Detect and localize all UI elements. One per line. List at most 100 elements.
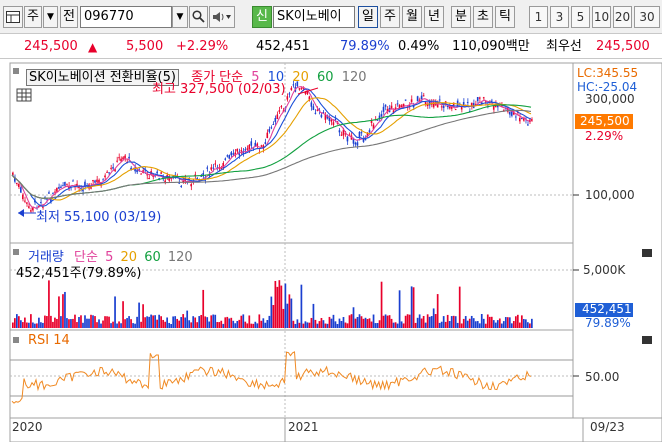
candle-body <box>312 106 315 110</box>
candle-body <box>52 193 54 195</box>
volume-bar <box>260 320 263 328</box>
volume-bar <box>12 322 14 328</box>
axis-100k-label: 100,000 <box>585 188 635 202</box>
volume-bar <box>72 318 74 328</box>
mode-dropdown-icon[interactable]: ▼ <box>43 6 58 28</box>
volume-bar <box>60 316 62 328</box>
layout-icon[interactable] <box>3 6 23 28</box>
candle-body <box>340 134 343 136</box>
candle-body <box>210 167 212 170</box>
volume-bar <box>82 322 84 328</box>
speaker-icon[interactable] <box>209 6 235 28</box>
xaxis-date-label: 09/23 <box>590 420 625 434</box>
new-listing-badge[interactable]: 신 <box>252 6 272 28</box>
candle-body <box>332 122 335 125</box>
volume-bar <box>252 323 255 328</box>
candle-body <box>148 177 150 180</box>
volume-panel-toggle-icon <box>13 249 19 255</box>
volume-bar <box>78 317 80 328</box>
candle-body <box>334 118 337 120</box>
candle-body <box>80 187 82 189</box>
volume-bar <box>512 321 515 328</box>
candle-body <box>246 148 249 150</box>
volume-bar <box>246 323 249 328</box>
trade-amount: 110,090백만 <box>452 39 530 54</box>
candle-body <box>224 158 227 160</box>
volume-bar <box>94 316 96 328</box>
code-dropdown-icon[interactable]: ▼ <box>172 6 188 28</box>
last-volume-label: 452,451 <box>582 302 632 316</box>
candle-body <box>118 157 120 159</box>
volume-bar <box>270 296 273 328</box>
count-3-button[interactable]: 3 <box>550 6 569 28</box>
last-volume-pct: 79.89% <box>585 316 631 330</box>
volume-bar <box>350 314 353 328</box>
volume-bar <box>20 320 22 328</box>
period-year-button[interactable]: 년 <box>424 6 444 28</box>
candle-body <box>466 101 469 103</box>
count-20-button[interactable]: 20 <box>613 6 632 28</box>
volume-bar <box>416 317 419 328</box>
count-1-button[interactable]: 1 <box>529 6 548 28</box>
candle-body <box>160 172 162 174</box>
candle-body <box>40 201 42 203</box>
volume-bar <box>208 321 211 328</box>
volume-bar <box>212 314 215 328</box>
volume-bar <box>146 316 148 328</box>
volume-bar <box>132 323 134 328</box>
volume-bar <box>508 317 511 328</box>
volume-bar <box>298 322 301 328</box>
period-day-button[interactable]: 일 <box>358 6 378 28</box>
volume-bar <box>472 318 475 328</box>
volume-bar <box>408 314 411 328</box>
candle-body <box>360 132 363 134</box>
count-5-button[interactable]: 5 <box>571 6 590 28</box>
volume-bar <box>280 285 283 328</box>
volume-bar <box>336 323 339 328</box>
volume-bar <box>136 316 138 328</box>
period-minute-button[interactable]: 분 <box>451 6 471 28</box>
candle-body <box>214 163 216 165</box>
candle-body <box>300 88 303 90</box>
price-change-pct: +2.29% <box>176 39 229 54</box>
volume-bar <box>62 294 64 328</box>
candle-body <box>410 99 413 102</box>
candle-body <box>400 105 403 107</box>
candle-body <box>404 99 407 101</box>
volume-bar <box>112 321 114 328</box>
volume-bar <box>522 319 525 328</box>
search-icon[interactable] <box>189 6 208 28</box>
lc-label: LC:345.55 <box>577 66 639 80</box>
volume-bar <box>334 321 337 328</box>
candle-body <box>358 132 361 138</box>
period-tick-button[interactable]: 틱 <box>495 6 515 28</box>
mode-button[interactable]: 주 <box>24 6 42 28</box>
volume-bar <box>74 314 76 328</box>
candle-body <box>54 191 56 193</box>
candle-body <box>298 88 301 90</box>
period-month-button[interactable]: 월 <box>402 6 422 28</box>
volume-bar <box>374 323 377 328</box>
volume-bar <box>50 315 52 328</box>
volume-bar <box>400 321 403 328</box>
volume-bar <box>286 303 289 328</box>
candle-body <box>124 155 126 159</box>
volume-bar <box>46 316 48 328</box>
count-30-button[interactable]: 30 <box>634 6 660 28</box>
volume-bar <box>502 321 505 328</box>
candle-body <box>356 142 359 146</box>
candle-body <box>116 160 118 162</box>
volume-bar <box>194 317 197 328</box>
stock-code-input[interactable]: 096770 <box>80 6 172 28</box>
candle-body <box>310 102 313 107</box>
volume-bar <box>28 322 30 328</box>
volume-bar <box>478 323 481 328</box>
period-button[interactable]: 전 <box>60 6 78 28</box>
period-second-button[interactable]: 초 <box>473 6 493 28</box>
volume-bar <box>510 323 513 328</box>
volume-bar <box>162 319 164 328</box>
volume-bar <box>392 322 395 328</box>
volume-bar <box>282 308 285 328</box>
period-week-button[interactable]: 주 <box>380 6 400 28</box>
count-10-button[interactable]: 10 <box>592 6 611 28</box>
